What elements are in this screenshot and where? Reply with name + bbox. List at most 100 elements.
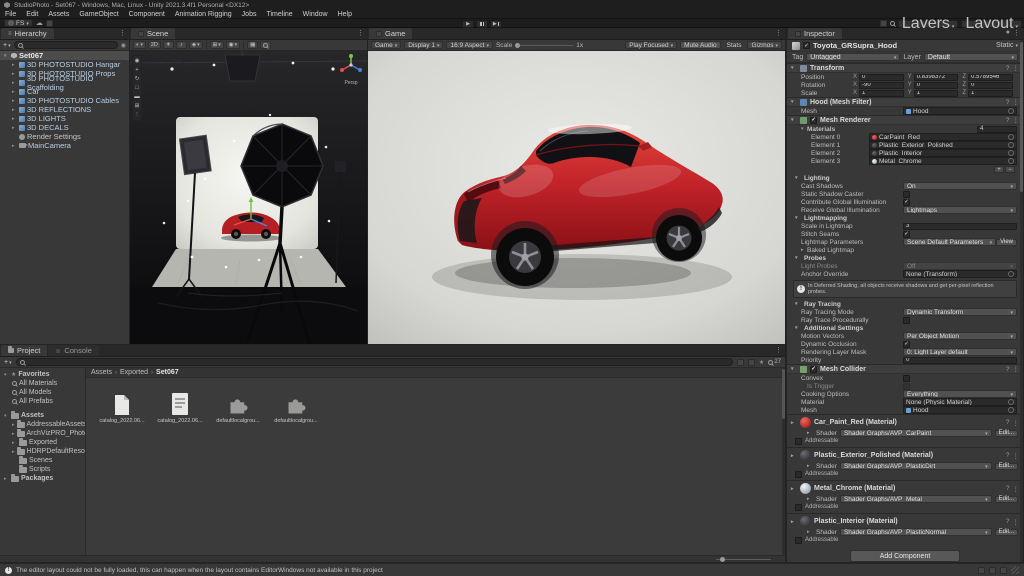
shader-dropdown[interactable]: Shader Graphs/AVP_PlasticDirt (840, 462, 992, 470)
physic-material-field[interactable]: None (Physic Material) (903, 398, 1017, 406)
menu-help[interactable]: Help (333, 10, 357, 19)
priority-field[interactable]: 0 (903, 357, 1017, 364)
active-checkbox[interactable] (803, 42, 810, 49)
pause-button[interactable] (476, 20, 488, 28)
mesh-renderer-header[interactable]: Mesh Renderer ?⋮ (787, 115, 1023, 125)
kebab-menu-icon[interactable]: ⋮ (357, 29, 364, 37)
scale-in-lightmap-field[interactable]: 3 (903, 223, 1017, 230)
add-component-button[interactable]: Add Component (850, 550, 960, 562)
edit-shader-button[interactable]: Edit... (995, 529, 1018, 536)
progress-icon[interactable] (978, 567, 985, 574)
thumbnail-size-slider[interactable] (716, 559, 771, 560)
project-folder[interactable]: HDRPDefaultResources (0, 447, 85, 456)
favorite-item[interactable]: All Models (0, 388, 85, 397)
hierarchy-search-input[interactable] (14, 41, 118, 49)
effects-dropdown[interactable]: ◈ (189, 41, 203, 49)
cast-shadows-dropdown[interactable]: On (903, 182, 1017, 190)
packages-root[interactable]: Packages (0, 474, 85, 483)
cooking-options-dropdown[interactable]: Everything (903, 390, 1017, 398)
expand-arrow-icon[interactable] (12, 143, 17, 149)
scale-z-field[interactable]: 1 (968, 90, 1013, 97)
help-icon[interactable]: ? (1006, 485, 1010, 492)
material-header[interactable]: Plastic_Exterior_Polished (Material) ?⋮ (787, 449, 1023, 462)
menu-component[interactable]: Component (124, 10, 170, 19)
save-search-icon[interactable]: ★ (759, 359, 764, 366)
hierarchy-item[interactable]: 3D DECALS (0, 123, 129, 132)
object-picker-icon[interactable] (1008, 134, 1014, 140)
tag-dropdown[interactable]: Untagged (806, 53, 900, 61)
static-shadow-caster-checkbox[interactable] (903, 191, 910, 198)
remove-element-button[interactable]: − (1005, 166, 1015, 173)
project-folder[interactable]: AddressableAssetsData (0, 420, 85, 429)
breadcrumb-item[interactable]: Assets (91, 369, 112, 376)
project-folder[interactable]: Scripts (0, 465, 85, 474)
help-icon[interactable]: ? (1006, 366, 1010, 373)
favorite-item[interactable]: All Materials (0, 379, 85, 388)
kebab-menu-icon[interactable]: ⋮ (775, 346, 782, 354)
expand-arrow-icon[interactable] (12, 107, 17, 113)
project-files-area[interactable]: Assets› Exported› Set067 catalog_2022.06… (86, 368, 785, 555)
tab-scene[interactable]: Scene (131, 28, 175, 39)
hidden-packages-toggle[interactable]: 27 (768, 359, 781, 365)
inspector-scrollbar[interactable] (1020, 40, 1023, 563)
expand-arrow-icon[interactable] (12, 116, 17, 122)
gizmo-perspective-label[interactable]: Persp (338, 80, 364, 86)
edit-shader-button[interactable]: Edit... (995, 463, 1018, 470)
gizmos-dropdown[interactable]: Gizmos (747, 41, 782, 49)
receive-gi-dropdown[interactable]: Lightmaps (903, 206, 1017, 214)
menu-gameobject[interactable]: GameObject (74, 10, 123, 19)
help-icon[interactable]: ? (1006, 452, 1010, 459)
more-tools-icon[interactable]: ⋮ (133, 111, 141, 119)
create-button[interactable]: + (3, 42, 11, 49)
tab-game[interactable]: Game (369, 28, 412, 39)
rendering-layer-mask-dropdown[interactable]: 0: Light Layer default (903, 348, 1017, 356)
menu-timeline[interactable]: Timeline (261, 10, 297, 19)
expand-arrow-icon[interactable] (12, 89, 17, 95)
material-element-field[interactable]: Plastic_Exterior_Polished (869, 141, 1017, 149)
rotate-tool-icon[interactable]: ↻ (133, 75, 141, 83)
edit-shader-button[interactable]: Edit... (995, 496, 1018, 503)
hierarchy-item[interactable]: Render Settings (0, 132, 129, 141)
asset-item[interactable]: catalog_2022.06... (156, 386, 204, 424)
2d-toggle[interactable]: 2D (148, 41, 161, 49)
position-y-field[interactable]: 0.8398372 (914, 74, 959, 81)
play-focused-dropdown[interactable]: Play Focused (625, 41, 677, 49)
object-picker-icon[interactable] (1008, 158, 1014, 164)
static-dropdown[interactable]: Static (996, 42, 1018, 49)
mesh-filter-header[interactable]: Hood (Mesh Filter) ?⋮ (787, 97, 1023, 107)
tab-inspector[interactable]: Inspector (788, 28, 842, 39)
move-tool-icon[interactable]: + (133, 66, 141, 74)
search-by-type-icon[interactable] (737, 359, 744, 366)
hierarchy-item[interactable]: MainCamera (0, 141, 129, 150)
material-element-field[interactable]: CarPaint_Red (869, 133, 1017, 141)
menu-edit[interactable]: Edit (21, 10, 43, 19)
expand-arrow-icon[interactable] (12, 80, 17, 86)
position-z-field[interactable]: 0.5789546 (968, 74, 1013, 81)
shader-dropdown[interactable]: Shader Graphs/AVP_Metal (840, 495, 992, 503)
kebab-menu-icon[interactable]: ⋮ (1013, 64, 1020, 72)
motion-vectors-dropdown[interactable]: Per Object Motion (903, 332, 1017, 340)
asset-item[interactable]: defaultlocalgrou... (214, 386, 262, 424)
object-picker-icon[interactable] (1008, 271, 1014, 277)
stats-toggle[interactable]: Stats (724, 41, 745, 49)
expand-arrow-icon[interactable] (12, 62, 17, 68)
tab-console[interactable]: Console (48, 345, 99, 356)
expand-arrow-icon[interactable] (12, 98, 17, 104)
material-header[interactable]: Plastic_Interior (Material) ?⋮ (787, 515, 1023, 528)
grid-dropdown[interactable]: ⊞ (210, 41, 224, 49)
expand-arrow-icon[interactable] (12, 125, 17, 131)
object-picker-icon[interactable] (1008, 407, 1014, 413)
aspect-dropdown[interactable]: 16:9 Aspect (446, 41, 493, 49)
cloud-icon[interactable]: ☁ (36, 19, 43, 27)
help-icon[interactable]: ? (1006, 99, 1010, 106)
help-icon[interactable]: ? (1006, 117, 1010, 124)
hierarchy-item[interactable]: 3D REFLECTIONS (0, 105, 129, 114)
help-icon[interactable]: ? (1006, 65, 1010, 72)
kebab-menu-icon[interactable]: ⋮ (1013, 365, 1020, 373)
mute-audio-toggle[interactable]: Mute Audio (680, 41, 721, 49)
addressable-checkbox[interactable] (795, 471, 802, 478)
menu-window[interactable]: Window (298, 10, 333, 19)
game-mode-dropdown[interactable]: Game (371, 41, 401, 49)
favorite-item[interactable]: All Prefabs (0, 397, 85, 406)
menu-assets[interactable]: Assets (43, 10, 74, 19)
